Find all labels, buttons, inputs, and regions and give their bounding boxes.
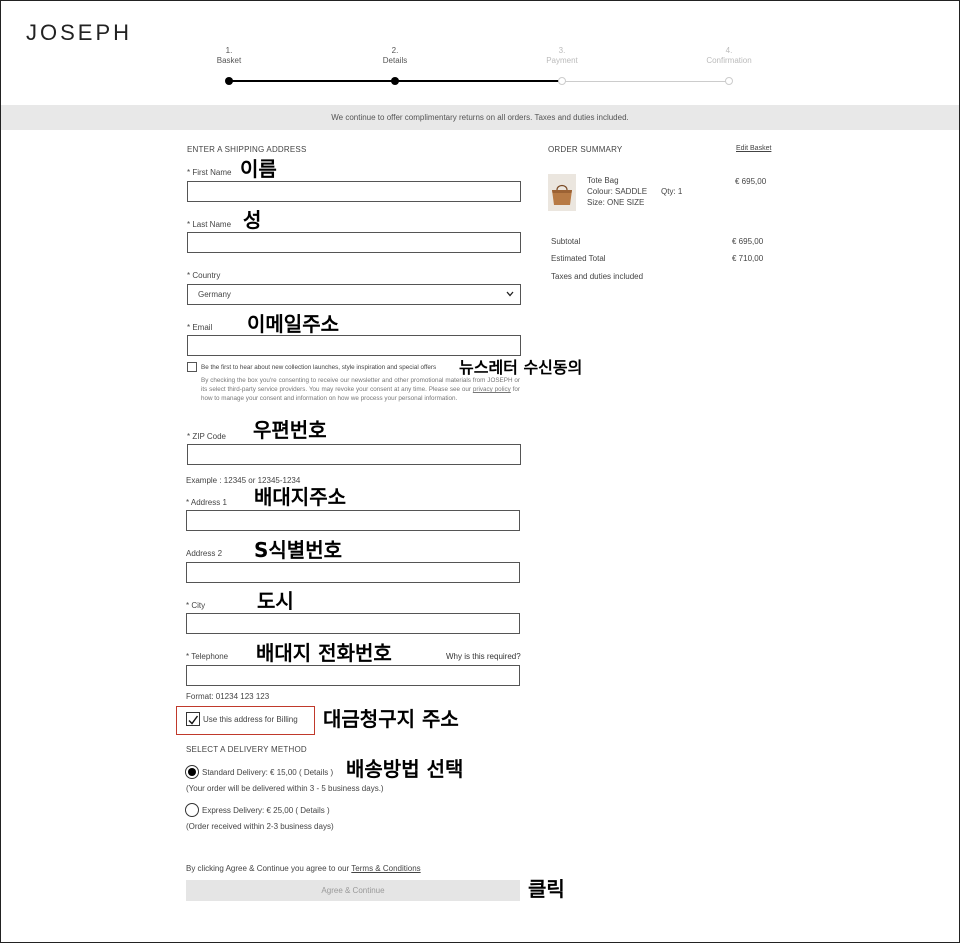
agree-continue-button[interactable]: Agree & Continue	[186, 880, 520, 901]
express-delivery-note: (Order received within 2-3 business days…	[186, 822, 334, 831]
annotation-delivery: 배송방법 선택	[346, 757, 464, 781]
step-dot-payment	[558, 77, 566, 85]
address2-input[interactable]	[186, 562, 520, 583]
step-label: Payment	[546, 56, 578, 65]
country-label: * Country	[187, 271, 221, 280]
why-required-link[interactable]: Why is this required?	[446, 652, 521, 661]
shipping-section-title: ENTER A SHIPPING ADDRESS	[187, 145, 307, 154]
item-price: € 695,00	[735, 177, 767, 186]
last-name-input[interactable]	[187, 232, 521, 253]
privacy-policy-link[interactable]: privacy policy	[473, 386, 511, 393]
standard-delivery-label: Standard Delivery: € 15,00 ( Details )	[202, 768, 334, 777]
item-name: Tote Bag	[587, 176, 619, 185]
step-number: 4.	[725, 46, 733, 55]
annotation-address1: 배대지주소	[254, 485, 346, 509]
step-number: 3.	[558, 46, 566, 55]
telephone-input[interactable]	[186, 665, 520, 686]
edit-basket-link[interactable]: Edit Basket	[736, 145, 771, 152]
annotation-zip: 우편번호	[253, 418, 327, 442]
newsletter-label: Be the first to hear about new collectio…	[201, 364, 437, 371]
zip-input[interactable]	[187, 444, 521, 465]
step-label: Basket	[216, 56, 242, 65]
agree-text-main: By clicking Agree & Continue you agree t…	[186, 864, 350, 873]
step-dot-details	[391, 77, 399, 85]
standard-delivery-radio[interactable]	[185, 765, 199, 779]
telephone-label: * Telephone	[186, 652, 229, 661]
billing-label: Use this address for Billing	[203, 715, 298, 724]
chevron-down-icon	[506, 291, 514, 297]
returns-banner: We continue to offer complimentary retur…	[1, 105, 959, 130]
annotation-click: 클릭	[528, 877, 565, 901]
subtotal-value: € 695,00	[732, 237, 764, 246]
checkmark-icon	[188, 715, 199, 725]
phone-format-hint: Format: 01234 123 123	[186, 692, 270, 701]
item-colour: Colour: SADDLE	[587, 187, 648, 196]
annotation-telephone: 배대지 전화번호	[256, 641, 392, 665]
address1-input[interactable]	[186, 510, 520, 531]
annotation-email: 이메일주소	[247, 312, 339, 336]
agree-text: By clicking Agree & Continue you agree t…	[186, 864, 421, 873]
estimated-total-value: € 710,00	[732, 254, 764, 263]
step-label: Details	[382, 56, 408, 65]
brand-logo[interactable]: JOSEPH	[26, 20, 132, 46]
express-delivery-radio[interactable]	[185, 803, 199, 817]
address2-label: Address 2	[186, 549, 223, 558]
step-dot-confirmation	[725, 77, 733, 85]
taxes-note: Taxes and duties included	[551, 272, 644, 281]
step-number: 1.	[225, 46, 233, 55]
annotation-city: 도시	[257, 589, 294, 613]
city-label: * City	[186, 601, 206, 610]
step-payment: 3. Payment	[522, 46, 602, 66]
last-name-label: * Last Name	[187, 220, 232, 229]
consent-text: By checking the box you're consenting to…	[201, 376, 520, 403]
step-basket[interactable]: 1. Basket	[189, 46, 269, 66]
city-input[interactable]	[186, 613, 520, 634]
annotation-first-name: 이름	[240, 157, 277, 181]
step-number: 2.	[391, 46, 399, 55]
address1-label: * Address 1	[186, 498, 227, 507]
express-delivery-label: Express Delivery: € 25,00 ( Details )	[202, 806, 330, 815]
step-dot-basket	[225, 77, 233, 85]
step-details: 2. Details	[355, 46, 435, 66]
item-qty: Qty: 1	[661, 187, 683, 196]
tote-bag-image	[552, 184, 572, 205]
zip-example: Example : 12345 or 12345-1234	[186, 476, 301, 485]
annotation-address2: S식별번호	[254, 538, 343, 562]
subtotal-label: Subtotal	[551, 237, 581, 246]
order-summary-title: ORDER SUMMARY	[548, 145, 623, 154]
estimated-total-label: Estimated Total	[551, 254, 606, 263]
step-confirmation: 4. Confirmation	[689, 46, 769, 66]
window-frame	[0, 0, 960, 943]
step-label: Confirmation	[706, 56, 752, 65]
zip-label: * ZIP Code	[187, 432, 226, 441]
billing-checkbox[interactable]	[186, 712, 200, 726]
item-size: Size: ONE SIZE	[587, 198, 645, 207]
country-value: Germany	[198, 290, 231, 299]
terms-link[interactable]: Terms & Conditions	[351, 864, 420, 873]
first-name-label: * First Name	[187, 168, 232, 177]
product-thumbnail[interactable]	[548, 174, 576, 211]
first-name-input[interactable]	[187, 181, 521, 202]
annotation-billing: 대금청구지 주소	[323, 707, 459, 731]
email-input[interactable]	[187, 335, 521, 356]
standard-delivery-note: (Your order will be delivered within 3 -…	[186, 784, 384, 793]
delivery-section-title: SELECT A DELIVERY METHOD	[186, 745, 307, 754]
country-select[interactable]: Germany	[187, 284, 521, 305]
annotation-last-name: 성	[243, 208, 262, 232]
progress-line-remaining	[562, 81, 729, 82]
newsletter-checkbox[interactable]	[187, 362, 197, 372]
email-label: * Email	[187, 323, 213, 332]
